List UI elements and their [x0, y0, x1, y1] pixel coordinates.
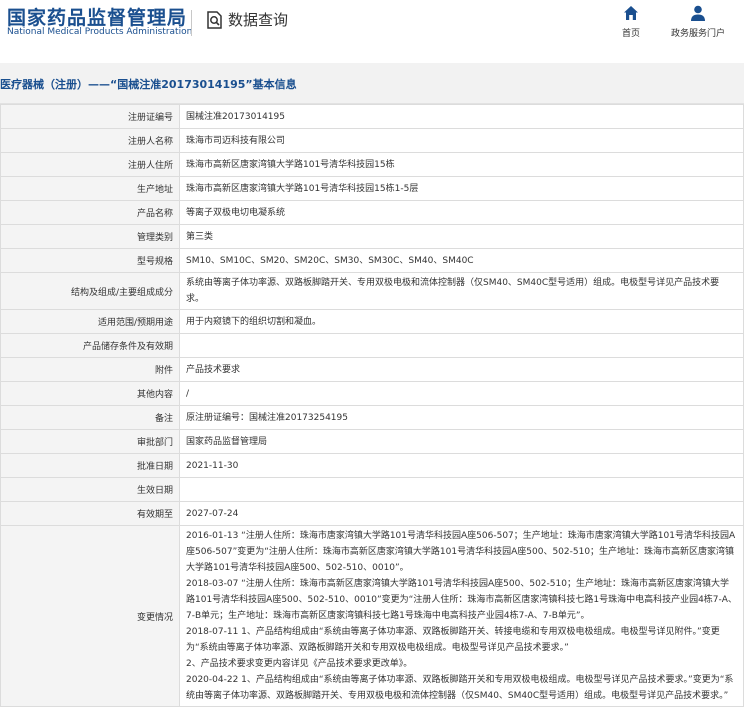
row-label: 备注 [0, 405, 180, 430]
table-row: 生效日期 [0, 477, 744, 502]
site-logo-en[interactable]: National Medical Products Administration [7, 27, 192, 37]
change-history: 2016-01-13 “注册人住所：珠海市唐家湾镇大学路101号清华科技园A座5… [179, 525, 744, 707]
row-label: 注册证编号 [0, 104, 180, 129]
table-row: 结构及组成/主要组成成分 系统由等离子体功率源、双路板脚踏开关、专用双极电极和流体… [0, 272, 744, 310]
row-label: 注册人住所 [0, 152, 180, 177]
row-label: 管理类别 [0, 224, 180, 249]
table-row: 产品名称 等离子双极电切电凝系统 [0, 200, 744, 225]
home-icon [624, 6, 638, 20]
change-entry: 2、产品技术要求变更内容详见《产品技术要求更改单》。 [186, 659, 413, 669]
table-row: 型号规格 SM10、SM10C、SM20、SM20C、SM30、SM30C、SM4… [0, 248, 744, 273]
row-value: 国家药品监督管理局 [179, 429, 744, 454]
row-label: 产品名称 [0, 200, 180, 225]
table-row-change-history: 变更情况 2016-01-13 “注册人住所：珠海市唐家湾镇大学路101号清华科… [0, 525, 744, 707]
row-value: / [179, 381, 744, 406]
row-label: 注册人名称 [0, 128, 180, 153]
site-header: 国家药品监督管理局 National Medical Products Admi… [0, 0, 744, 44]
change-entry: 2020-04-22 1、产品结构组成由“系统由等离子体功率源、双路板脚踏开关和… [186, 675, 734, 701]
table-row: 其他内容 / [0, 381, 744, 406]
row-value: 2027-07-24 [179, 501, 744, 526]
table-row: 注册人名称 珠海市司迈科技有限公司 [0, 128, 744, 153]
table-row: 产品储存条件及有效期 [0, 333, 744, 358]
registration-info-table: 注册证编号 国械注准20173014195 注册人名称 珠海市司迈科技有限公司 注册… [0, 104, 744, 707]
row-label: 结构及组成/主要组成成分 [0, 272, 180, 310]
breadcrumb-bar: 医疗器械（注册）——“国械注准20173014195”基本信息 [0, 63, 744, 104]
row-label: 生产地址 [0, 176, 180, 201]
table-row: 有效期至 2027-07-24 [0, 501, 744, 526]
row-label: 变更情况 [0, 525, 180, 707]
table-row: 注册人住所 珠海市高新区唐家湾镇大学路101号清华科技园15栋 [0, 152, 744, 177]
table-row: 管理类别 第三类 [0, 224, 744, 249]
nav-home-label: 首页 [621, 29, 640, 39]
row-value: 2021-11-30 [179, 453, 744, 478]
row-value: 用于内窥镜下的组织切割和凝血。 [179, 309, 744, 334]
table-row: 附件 产品技术要求 [0, 357, 744, 382]
row-value: 第三类 [179, 224, 744, 249]
row-label: 适用范围/预期用途 [0, 309, 180, 334]
site-logo-cn[interactable]: 国家药品监督管理局 [7, 3, 187, 30]
row-value: 系统由等离子体功率源、双路板脚踏开关、专用双极电极和流体控制器（仅SM40、SM… [179, 272, 744, 310]
section-title: 数据查询 [228, 11, 289, 29]
change-entry: 2016-01-13 “注册人住所：珠海市唐家湾镇大学路101号清华科技园A座5… [186, 531, 736, 573]
row-label: 型号规格 [0, 248, 180, 273]
table-row: 生产地址 珠海市高新区唐家湾镇大学路101号清华科技园15栋1-5层 [0, 176, 744, 201]
row-value [179, 333, 744, 358]
table-row: 审批部门 国家药品监督管理局 [0, 429, 744, 454]
row-value: 珠海市高新区唐家湾镇大学路101号清华科技园15栋 [179, 152, 744, 177]
table-row: 备注 原注册证编号：国械注准20173254195 [0, 405, 744, 430]
breadcrumb: 医疗器械（注册）——“国械注准20173014195”基本信息 [0, 78, 297, 91]
row-label: 批准日期 [0, 453, 180, 478]
row-label: 附件 [0, 357, 180, 382]
nav-gov-portal[interactable]: 政务服务门户 [667, 4, 729, 39]
row-value: SM10、SM10C、SM20、SM20C、SM30、SM30C、SM40、SM… [179, 248, 744, 273]
row-value: 国械注准20173014195 [179, 104, 744, 129]
row-value [179, 477, 744, 502]
table-row: 批准日期 2021-11-30 [0, 453, 744, 478]
change-entry: 2018-07-11 1、产品结构组成由“系统由等离子体功率源、双路板脚踏开关、… [186, 627, 720, 653]
row-label: 审批部门 [0, 429, 180, 454]
row-label: 其他内容 [0, 381, 180, 406]
row-label: 产品储存条件及有效期 [0, 333, 180, 358]
row-value: 等离子双极电切电凝系统 [179, 200, 744, 225]
table-row: 注册证编号 国械注准20173014195 [0, 104, 744, 129]
table-row: 适用范围/预期用途 用于内窥镜下的组织切割和凝血。 [0, 309, 744, 334]
row-value: 原注册证编号：国械注准20173254195 [179, 405, 744, 430]
row-value: 珠海市高新区唐家湾镇大学路101号清华科技园15栋1-5层 [179, 176, 744, 201]
header-divider [191, 10, 192, 36]
search-document-icon [207, 11, 222, 29]
row-value: 产品技术要求 [179, 357, 744, 382]
nav-gov-portal-label: 政务服务门户 [670, 29, 725, 39]
change-entry: 2018-03-07 “注册人住所：珠海市高新区唐家湾镇大学路101号清华科技园… [186, 579, 737, 621]
user-icon [691, 5, 705, 21]
row-label: 有效期至 [0, 501, 180, 526]
row-label: 生效日期 [0, 477, 180, 502]
row-value: 珠海市司迈科技有限公司 [179, 128, 744, 153]
nav-home[interactable]: 首页 [617, 4, 645, 39]
